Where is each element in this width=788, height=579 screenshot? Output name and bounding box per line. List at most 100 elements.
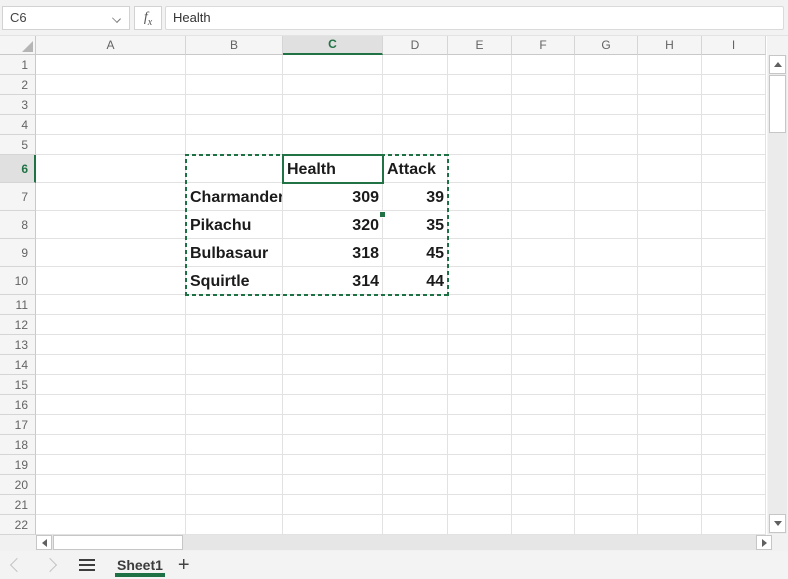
cell-F13[interactable] [512,335,575,355]
cell-G12[interactable] [575,315,638,335]
cell-C19[interactable] [283,455,383,475]
cell-E21[interactable] [448,495,512,515]
cell-D7[interactable]: 39 [383,183,448,211]
cell-E9[interactable] [448,239,512,267]
cell-A10[interactable] [36,267,186,295]
horizontal-scrollbar[interactable] [36,535,772,550]
cell-H14[interactable] [638,355,702,375]
cell-G19[interactable] [575,455,638,475]
cell-B3[interactable] [186,95,283,115]
cell-C20[interactable] [283,475,383,495]
cell-F7[interactable] [512,183,575,211]
cell-H18[interactable] [638,435,702,455]
name-box[interactable]: C6 [2,6,130,30]
cell-B4[interactable] [186,115,283,135]
column-header-I[interactable]: I [702,36,766,55]
cell-I14[interactable] [702,355,766,375]
vertical-scrollbar[interactable] [767,36,788,535]
cell-D19[interactable] [383,455,448,475]
cell-C5[interactable] [283,135,383,155]
cell-I21[interactable] [702,495,766,515]
cell-F22[interactable] [512,515,575,535]
row-header-9[interactable]: 9 [0,239,36,267]
scroll-down-button[interactable] [769,514,786,533]
cell-F8[interactable] [512,211,575,239]
cell-I7[interactable] [702,183,766,211]
cell-H22[interactable] [638,515,702,535]
cell-C9[interactable]: 318 [283,239,383,267]
row-header-12[interactable]: 12 [0,315,36,335]
cell-E3[interactable] [448,95,512,115]
row-header-19[interactable]: 19 [0,455,36,475]
cell-E7[interactable] [448,183,512,211]
cell-E11[interactable] [448,295,512,315]
cell-A2[interactable] [36,75,186,95]
cell-B5[interactable] [186,135,283,155]
cell-B21[interactable] [186,495,283,515]
cell-D18[interactable] [383,435,448,455]
column-header-A[interactable]: A [36,36,186,55]
cell-F12[interactable] [512,315,575,335]
cell-F16[interactable] [512,395,575,415]
cell-C12[interactable] [283,315,383,335]
cell-I2[interactable] [702,75,766,95]
scroll-up-button[interactable] [769,55,786,74]
cell-A4[interactable] [36,115,186,135]
cell-H10[interactable] [638,267,702,295]
row-header-14[interactable]: 14 [0,355,36,375]
cell-B8[interactable]: Pikachu [186,211,283,239]
cell-G8[interactable] [575,211,638,239]
row-header-3[interactable]: 3 [0,95,36,115]
cell-C1[interactable] [283,55,383,75]
cell-G10[interactable] [575,267,638,295]
cell-H21[interactable] [638,495,702,515]
cell-F19[interactable] [512,455,575,475]
cell-E17[interactable] [448,415,512,435]
horizontal-scrollbar-thumb[interactable] [53,535,183,550]
cell-H7[interactable] [638,183,702,211]
cell-C6[interactable]: Health [283,155,383,183]
vertical-scrollbar-thumb[interactable] [769,75,786,133]
cell-C15[interactable] [283,375,383,395]
cell-E19[interactable] [448,455,512,475]
cell-B9[interactable]: Bulbasaur [186,239,283,267]
cell-C8[interactable]: 320 [283,211,383,239]
row-header-4[interactable]: 4 [0,115,36,135]
column-header-C[interactable]: C [283,36,383,55]
cell-H3[interactable] [638,95,702,115]
cell-I11[interactable] [702,295,766,315]
cell-H15[interactable] [638,375,702,395]
row-header-5[interactable]: 5 [0,135,36,155]
cell-B10[interactable]: Squirtle [186,267,283,295]
cell-A7[interactable] [36,183,186,211]
vertical-scrollbar-track[interactable] [768,55,787,534]
cell-A12[interactable] [36,315,186,335]
cell-D13[interactable] [383,335,448,355]
cell-A21[interactable] [36,495,186,515]
cell-D9[interactable]: 45 [383,239,448,267]
column-header-B[interactable]: B [186,36,283,55]
next-sheet-icon[interactable] [43,558,57,572]
cell-C7[interactable]: 309 [283,183,383,211]
cell-D22[interactable] [383,515,448,535]
chevron-down-icon[interactable] [112,14,121,23]
cell-G6[interactable] [575,155,638,183]
cell-B19[interactable] [186,455,283,475]
cell-F6[interactable] [512,155,575,183]
cell-I17[interactable] [702,415,766,435]
select-all-corner[interactable] [0,36,36,55]
cell-H2[interactable] [638,75,702,95]
cell-F17[interactable] [512,415,575,435]
cell-I19[interactable] [702,455,766,475]
cell-D8[interactable]: 35 [383,211,448,239]
row-header-16[interactable]: 16 [0,395,36,415]
cell-D4[interactable] [383,115,448,135]
cell-H19[interactable] [638,455,702,475]
cell-I20[interactable] [702,475,766,495]
cell-C4[interactable] [283,115,383,135]
cell-H6[interactable] [638,155,702,183]
row-header-8[interactable]: 8 [0,211,36,239]
cell-G21[interactable] [575,495,638,515]
cell-F9[interactable] [512,239,575,267]
fill-handle[interactable] [379,211,386,218]
